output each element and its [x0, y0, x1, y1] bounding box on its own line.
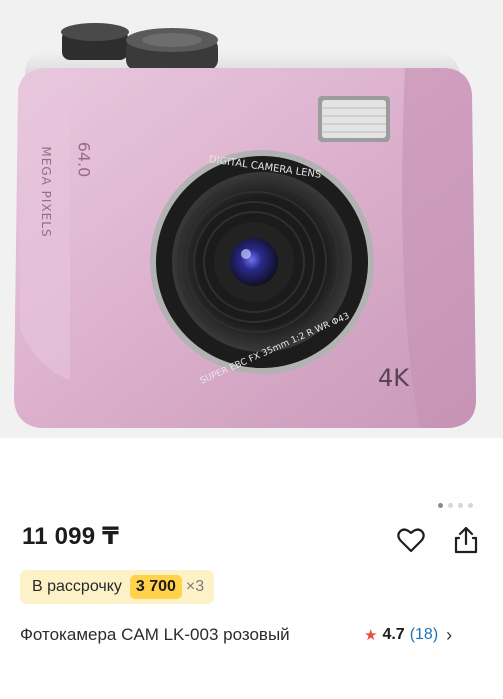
star-icon: ★	[364, 627, 378, 644]
share-icon	[454, 526, 478, 554]
mega-pixels-label: MEGA PIXELS	[39, 146, 53, 238]
resolution-badge-4k: 4K	[378, 364, 410, 392]
product-image[interactable]: 64.0 MEGA PIXELS DIGITAL CAMERA LENS SUP…	[0, 0, 503, 438]
favorite-button[interactable]	[394, 523, 428, 557]
installment-label: В рассрочку	[32, 578, 122, 595]
installment-multiplier: ×3	[185, 578, 205, 595]
gallery-dot-3[interactable]	[458, 503, 463, 508]
product-title[interactable]: Фотокамера CAM LK-003 розовый	[20, 623, 320, 647]
heart-outline-icon	[397, 528, 425, 553]
rating-score: 4.7	[382, 626, 405, 643]
product-price: 11 099 ₸	[22, 523, 120, 550]
camera-illustration	[14, 23, 476, 428]
share-button[interactable]	[449, 523, 483, 557]
gallery-pagination[interactable]	[438, 503, 473, 508]
installment-badge[interactable]: В рассрочку 3 700 ×3	[20, 570, 215, 604]
installment-amount: 3 700	[129, 575, 182, 599]
gallery-dot-4[interactable]	[468, 503, 473, 508]
rating-count: (18)	[409, 626, 439, 643]
product-rating[interactable]: ★ 4.7 (18) ›	[364, 623, 452, 647]
megapixels-text: 64.0	[74, 141, 94, 178]
gallery-dot-1[interactable]	[438, 503, 443, 508]
gallery-dot-2[interactable]	[448, 503, 453, 508]
chevron-right-icon: ›	[446, 624, 453, 645]
